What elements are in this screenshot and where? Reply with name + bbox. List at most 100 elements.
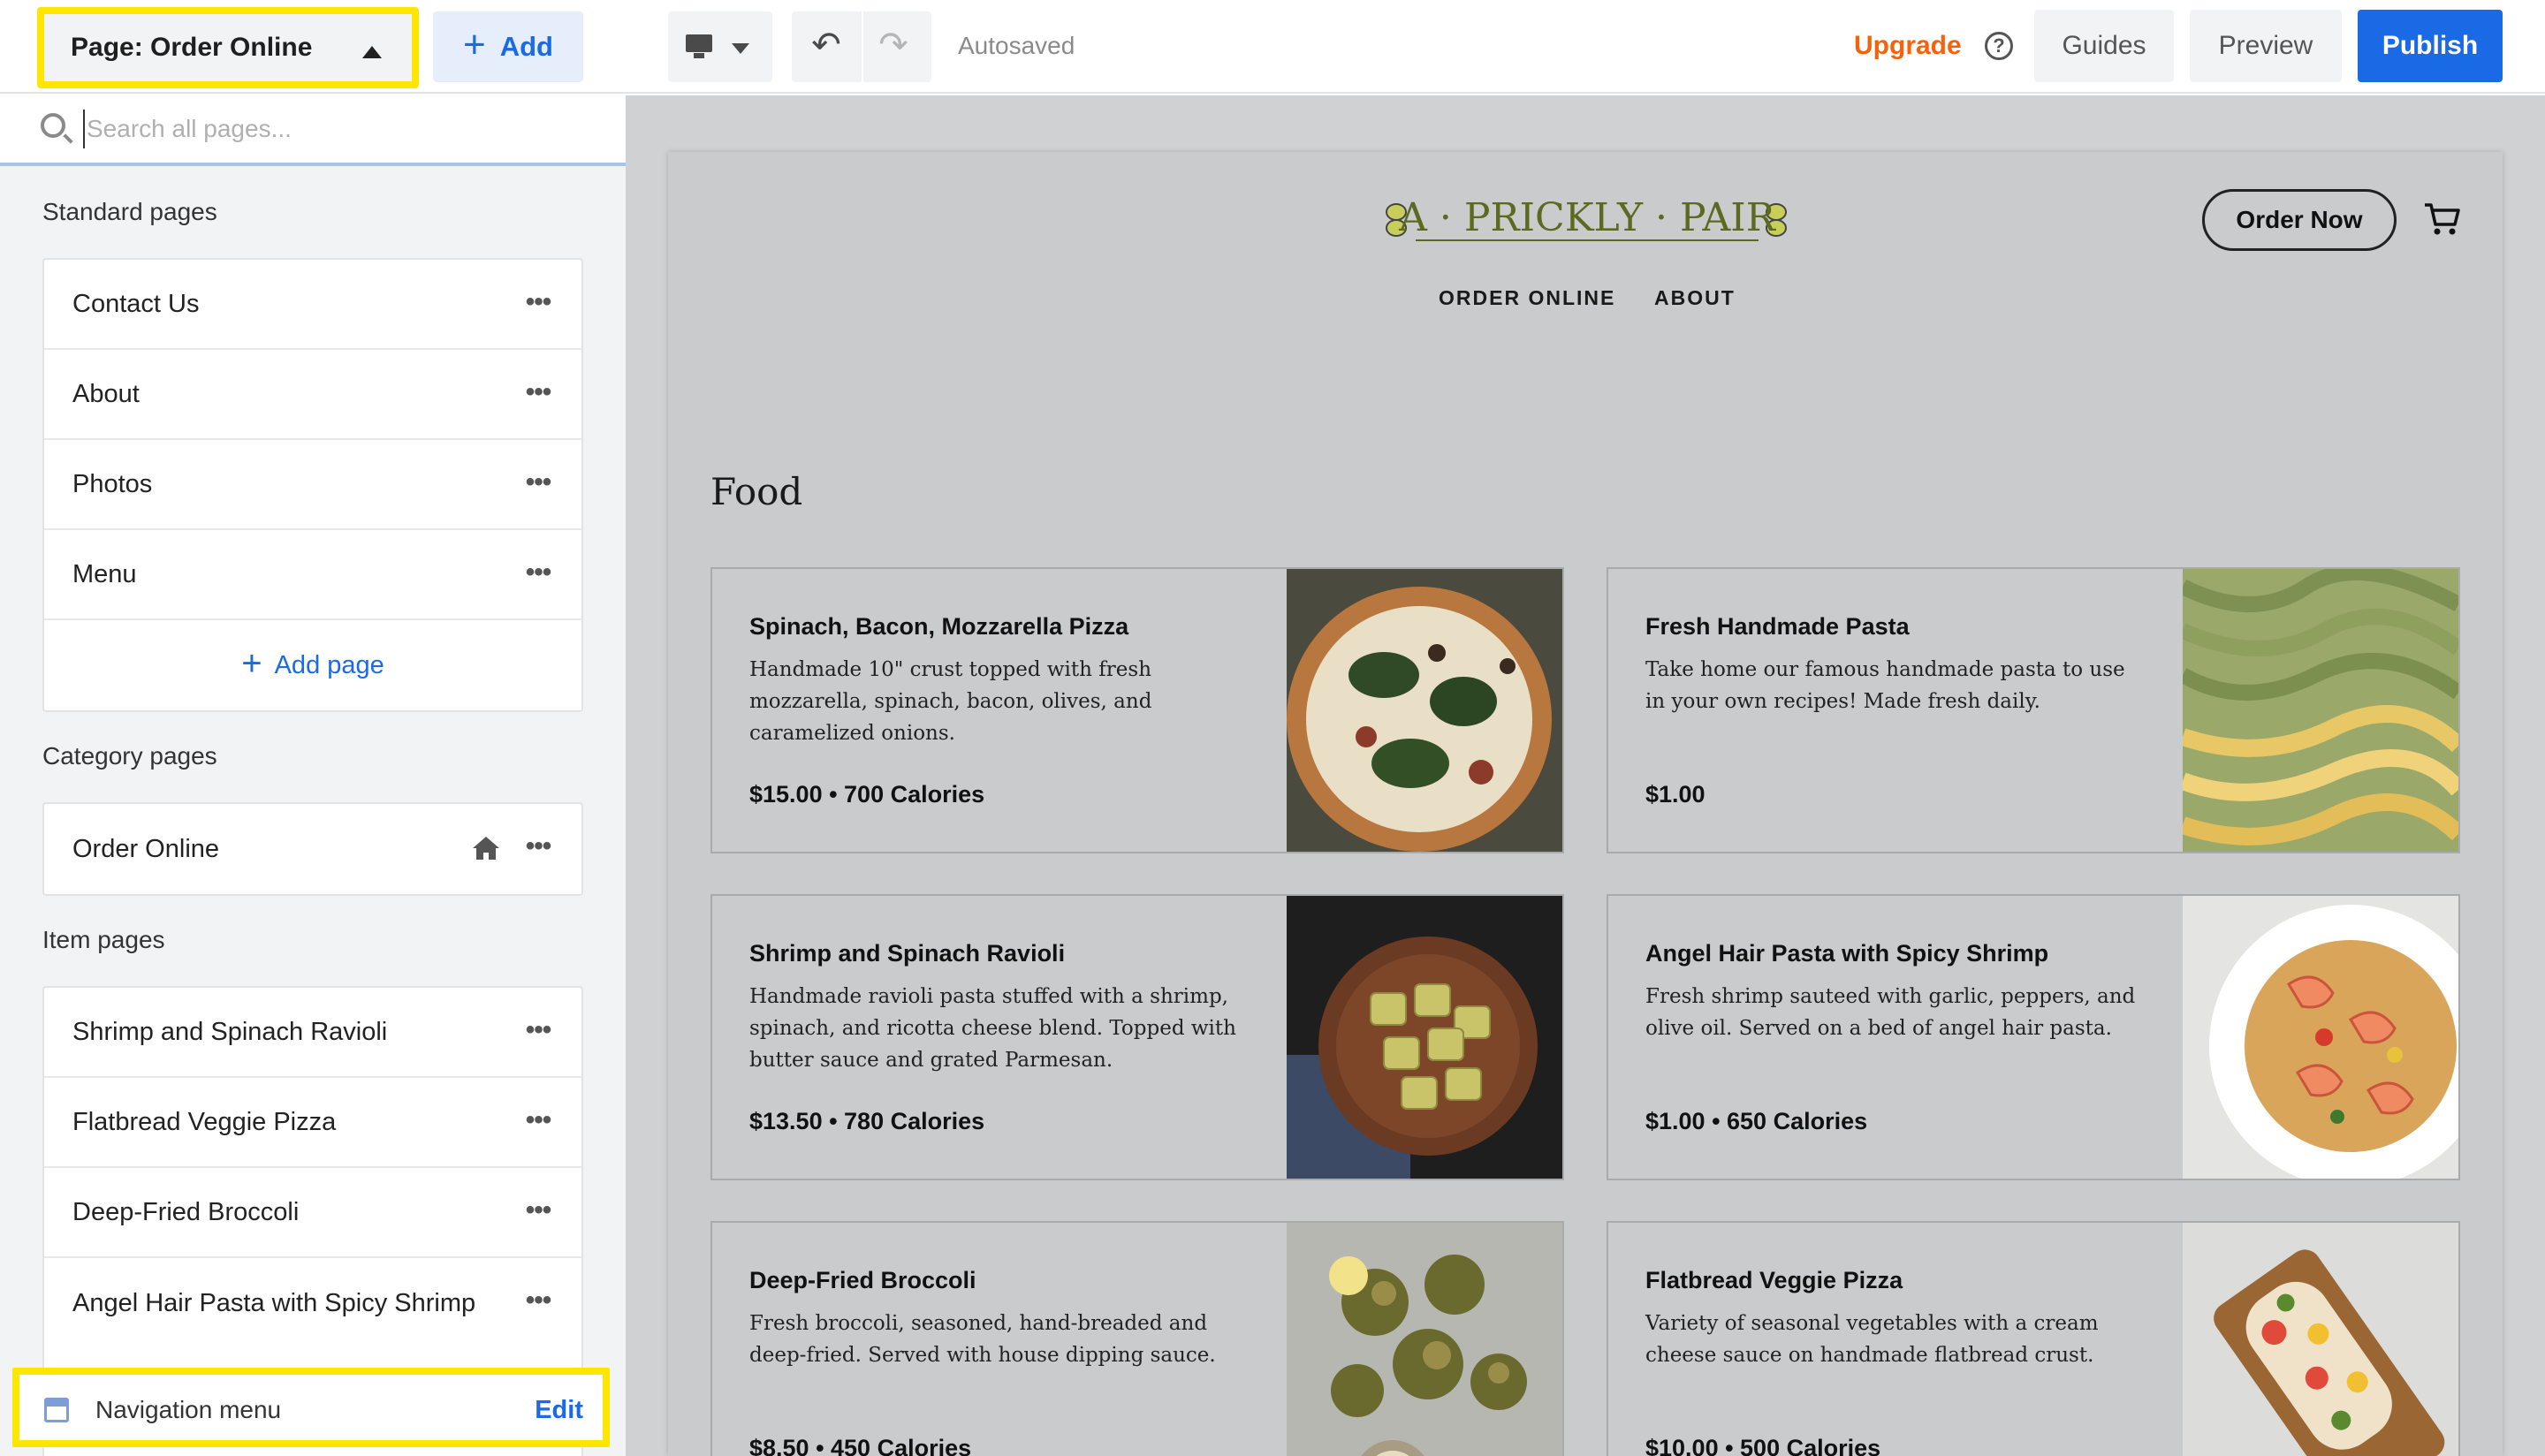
- broccoli-photo: [1287, 1223, 1562, 1456]
- shopping-cart-icon[interactable]: [2423, 201, 2460, 237]
- menu-item-card[interactable]: Flatbread Veggie Pizza Variety of season…: [1607, 1221, 2460, 1456]
- more-options-icon[interactable]: •••: [523, 469, 553, 496]
- page-item-label: Shrimp and Spinach Ravioli: [72, 1017, 388, 1046]
- add-page-button[interactable]: + Add page: [44, 620, 581, 710]
- add-button-label: Add: [499, 31, 553, 62]
- divider: [862, 11, 863, 82]
- page-item-shrimp-ravioli[interactable]: Shrimp and Spinach Ravioli •••: [44, 988, 581, 1078]
- section-title: Food: [710, 470, 803, 513]
- page-item-photos[interactable]: Photos •••: [44, 440, 581, 530]
- device-preview-dropdown[interactable]: [668, 11, 772, 82]
- item-price: $1.00: [1645, 781, 1706, 808]
- page-item-label: Deep-Fried Broccoli: [72, 1197, 300, 1226]
- more-options-icon[interactable]: •••: [523, 379, 553, 406]
- menu-item-card[interactable]: Shrimp and Spinach Ravioli Handmade ravi…: [710, 894, 1564, 1180]
- navigation-menu-bar: Navigation menu Edit: [12, 1368, 610, 1447]
- item-description: Take home our famous handmade pasta to u…: [1645, 658, 2125, 713]
- item-price: $13.50 • 780 Calories: [749, 1108, 985, 1134]
- item-price: $15.00 • 700 Calories: [749, 781, 985, 808]
- page-item-label: Order Online: [72, 834, 220, 863]
- more-options-icon[interactable]: •••: [523, 1107, 553, 1134]
- guides-button[interactable]: Guides: [2034, 10, 2174, 82]
- page-item-menu[interactable]: Menu •••: [44, 530, 581, 620]
- item-description: Fresh broccoli, seasoned, hand-breaded a…: [749, 1312, 1216, 1367]
- item-name: Flatbread Veggie Pizza: [1645, 1267, 1903, 1293]
- page-item-label: Angel Hair Pasta with Spicy Shrimp: [72, 1288, 476, 1317]
- desktop-monitor-icon: [686, 34, 712, 58]
- site-logo[interactable]: A · PRICKLY · PAIR: [1377, 189, 1797, 247]
- add-button[interactable]: + Add: [433, 11, 583, 82]
- menu-item-card[interactable]: Angel Hair Pasta with Spicy Shrimp Fresh…: [1607, 894, 2460, 1180]
- item-description: Variety of seasonal vegetables with a cr…: [1645, 1312, 2099, 1367]
- page-item-deep-fried-broccoli[interactable]: Deep-Fried Broccoli •••: [44, 1168, 581, 1258]
- page-selector-dropdown[interactable]: Page: Order Online: [37, 7, 419, 88]
- publish-button[interactable]: Publish: [2358, 10, 2503, 82]
- page-item-label: About: [72, 379, 140, 408]
- pages-sidebar: Standard pages Contact Us ••• About ••• …: [0, 95, 626, 1456]
- autosave-status: Autosaved: [958, 32, 1075, 59]
- standard-pages-heading: Standard pages: [42, 198, 217, 225]
- search-icon: [41, 113, 65, 138]
- pizza-photo: [1287, 569, 1562, 852]
- plus-icon: +: [241, 644, 262, 683]
- navigation-menu-label: Navigation menu: [95, 1396, 282, 1423]
- item-price: $1.00 • 650 Calories: [1645, 1108, 1868, 1134]
- plus-icon: +: [463, 23, 486, 66]
- browser-window-icon: [44, 1398, 69, 1422]
- category-pages-heading: Category pages: [42, 742, 217, 770]
- item-pages-heading: Item pages: [42, 926, 165, 953]
- page-item-contact-us[interactable]: Contact Us •••: [44, 260, 581, 350]
- page-item-angel-hair-pasta[interactable]: Angel Hair Pasta with Spicy Shrimp •••: [44, 1258, 581, 1348]
- more-options-icon[interactable]: •••: [523, 1287, 553, 1314]
- search-pages-input[interactable]: [83, 110, 596, 148]
- ravioli-photo: [1287, 896, 1562, 1179]
- caret-down-icon: [732, 43, 749, 54]
- nav-link-order-online[interactable]: ORDER ONLINE: [1439, 286, 1615, 310]
- item-name: Spinach, Bacon, Mozzarella Pizza: [749, 613, 1129, 640]
- menu-item-card[interactable]: Deep-Fried Broccoli Fresh broccoli, seas…: [710, 1221, 1564, 1456]
- item-description: Handmade ravioli pasta stuffed with a sh…: [749, 985, 1236, 1072]
- upgrade-link[interactable]: Upgrade: [1854, 31, 1962, 61]
- more-options-icon[interactable]: •••: [523, 289, 553, 315]
- item-price: $8.50 • 450 Calories: [749, 1435, 972, 1456]
- more-options-icon[interactable]: •••: [523, 559, 553, 586]
- item-name: Fresh Handmade Pasta: [1645, 613, 1910, 640]
- page-item-label: Photos: [72, 469, 153, 498]
- more-options-icon[interactable]: •••: [523, 833, 553, 860]
- category-pages-list: Order Online •••: [42, 802, 583, 896]
- more-options-icon[interactable]: •••: [523, 1197, 553, 1224]
- standard-pages-list: Contact Us ••• About ••• Photos ••• Menu…: [42, 258, 583, 712]
- item-name: Deep-Fried Broccoli: [749, 1267, 976, 1293]
- help-question-icon[interactable]: ?: [1985, 32, 2013, 60]
- page-selector-label: Page: Order Online: [71, 33, 313, 62]
- page-item-label: Menu: [72, 559, 137, 588]
- menu-item-card[interactable]: Spinach, Bacon, Mozzarella Pizza Handmad…: [710, 567, 1564, 853]
- nav-link-about[interactable]: ABOUT: [1654, 286, 1736, 310]
- item-name: Shrimp and Spinach Ravioli: [749, 940, 1066, 967]
- redo-icon[interactable]: ↷: [877, 26, 910, 64]
- preview-button[interactable]: Preview: [2190, 10, 2342, 82]
- page-item-about[interactable]: About •••: [44, 350, 581, 440]
- pasta-photo: [2183, 569, 2458, 852]
- top-toolbar: Page: Order Online + Add ↶ ↷ Autosaved U…: [0, 0, 2545, 94]
- home-icon: [473, 837, 499, 860]
- item-description: Fresh shrimp sauteed with garlic, pepper…: [1645, 985, 2136, 1040]
- menu-item-card[interactable]: Fresh Handmade Pasta Take home our famou…: [1607, 567, 2460, 853]
- caret-up-icon: [362, 46, 382, 58]
- order-now-button[interactable]: Order Now: [2202, 189, 2397, 251]
- more-options-icon[interactable]: •••: [523, 1017, 553, 1043]
- edit-navigation-link[interactable]: Edit: [535, 1396, 583, 1425]
- site-preview[interactable]: A · PRICKLY · PAIR Order Now ORDER ONLIN…: [668, 152, 2503, 1456]
- page-item-label: Flatbread Veggie Pizza: [72, 1107, 337, 1136]
- page-item-order-online[interactable]: Order Online •••: [44, 804, 581, 894]
- svg-text:A · PRICKLY · PAIR: A · PRICKLY · PAIR: [1398, 195, 1777, 240]
- undo-redo-group: ↶ ↷: [792, 11, 931, 82]
- shrimp-pasta-photo: [2183, 896, 2458, 1179]
- add-page-label: Add page: [274, 650, 384, 679]
- flatbread-photo: [2183, 1223, 2458, 1456]
- undo-icon[interactable]: ↶: [809, 26, 843, 64]
- item-price: $10.00 • 500 Calories: [1645, 1435, 1881, 1456]
- page-item-label: Contact Us: [72, 289, 200, 318]
- search-bar: [0, 95, 626, 166]
- page-item-flatbread-pizza[interactable]: Flatbread Veggie Pizza •••: [44, 1078, 581, 1168]
